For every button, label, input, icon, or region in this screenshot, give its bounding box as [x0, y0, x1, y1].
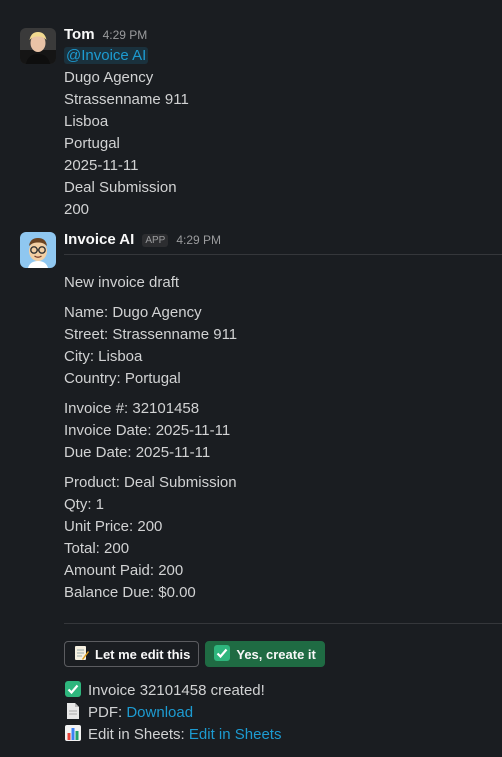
tom-avatar[interactable] — [20, 28, 56, 64]
document-icon — [64, 702, 82, 720]
sheets-label: Edit in Sheets: — [88, 726, 185, 743]
invoice-date: Invoice Date: 2025-11-11 — [64, 422, 231, 439]
result-block: Invoice 32101458 created! PDF: Download … — [64, 680, 502, 746]
edit-in-sheets-link[interactable]: Edit in Sheets — [189, 726, 282, 743]
draft-heading: New invoice draft — [64, 274, 180, 291]
message-tom: Tom 4:29 PM @Invoice AI Dugo Agency Stra… — [0, 26, 502, 221]
bar-chart-icon — [64, 724, 82, 742]
sheets-line: Edit in Sheets: Edit in Sheets — [64, 724, 502, 746]
total: Total: 200 — [64, 540, 130, 557]
timestamp[interactable]: 4:29 PM — [103, 28, 148, 42]
message-line: Portugal — [64, 135, 120, 152]
unit-price: Unit Price: 200 — [64, 518, 163, 535]
invoice-number: Invoice #: 32101458 — [64, 400, 200, 417]
invoice-draft-block: New invoice draft Name: Dugo Agency Stre… — [64, 272, 502, 604]
message-line: 200 — [64, 201, 90, 218]
created-text: Invoice 32101458 created! — [88, 682, 265, 699]
message-line: 2025-11-11 — [64, 157, 139, 174]
pdf-download-link[interactable]: Download — [126, 704, 193, 721]
pdf-line: PDF: Download — [64, 702, 502, 724]
message-line: Deal Submission — [64, 179, 177, 196]
create-button-label: Yes, create it — [236, 646, 316, 662]
customer-country: Country: Portugal — [64, 370, 181, 387]
action-buttons: Let me edit this Yes, create it — [64, 641, 325, 667]
check-mark-icon — [64, 680, 82, 698]
edit-button-label: Let me edit this — [95, 646, 191, 662]
mention-invoice-ai[interactable]: @Invoice AI — [64, 47, 149, 64]
created-line: Invoice 32101458 created! — [64, 680, 502, 702]
buttons-divider — [64, 623, 502, 624]
message-invoice-ai: Invoice AI APP 4:29 PM — [0, 231, 502, 268]
message-line: Lisboa — [64, 113, 109, 130]
header-divider — [64, 254, 502, 255]
author-name[interactable]: Invoice AI — [64, 231, 134, 248]
product: Product: Deal Submission — [64, 474, 237, 491]
quantity: Qty: 1 — [64, 496, 105, 513]
timestamp[interactable]: 4:29 PM — [176, 233, 221, 247]
balance-due: Balance Due: $0.00 — [64, 584, 196, 601]
customer-street: Street: Strassenname 911 — [64, 326, 238, 343]
check-mark-icon — [214, 644, 231, 664]
customer-city: City: Lisboa — [64, 348, 143, 365]
edit-button[interactable]: Let me edit this — [64, 641, 200, 667]
items-section: Product: Deal Submission Qty: 1 Unit Pri… — [64, 472, 502, 604]
invoice-section: Invoice #: 32101458 Invoice Date: 2025-1… — [64, 398, 502, 464]
invoice-ai-avatar[interactable] — [20, 232, 56, 268]
pdf-label: PDF: — [88, 704, 123, 721]
customer-name: Name: Dugo Agency — [64, 304, 202, 321]
memo-icon — [73, 645, 89, 664]
message-line: Dugo Agency — [64, 69, 154, 86]
message-line: Strassenname 911 — [64, 91, 189, 108]
app-badge: APP — [142, 234, 169, 247]
customer-section: Name: Dugo Agency Street: Strassenname 9… — [64, 302, 502, 390]
author-name[interactable]: Tom — [64, 26, 95, 43]
amount-paid: Amount Paid: 200 — [64, 562, 184, 579]
due-date: Due Date: 2025-11-11 — [64, 444, 211, 461]
create-button[interactable]: Yes, create it — [205, 641, 325, 667]
